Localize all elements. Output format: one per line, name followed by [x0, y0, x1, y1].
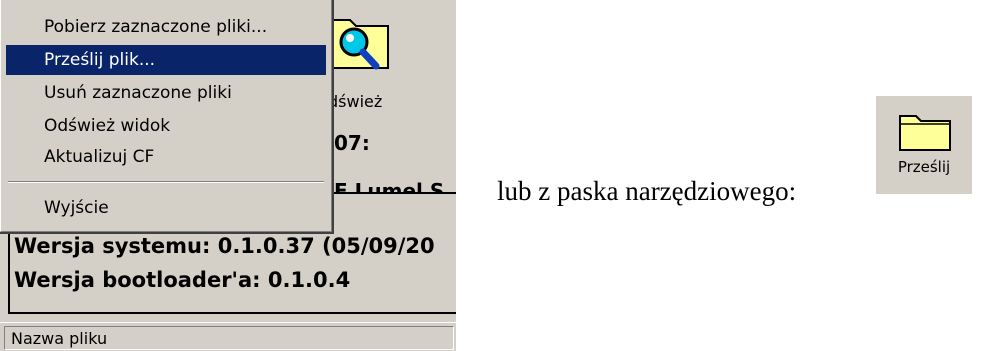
upload-toolbar-button[interactable]: Prześlij — [876, 96, 972, 194]
header-fragment-07: 07: — [334, 131, 370, 155]
caption-text: lub z paska narzędziowego: — [497, 176, 797, 206]
file-name-column-header[interactable]: Nazwa pliku — [4, 326, 454, 350]
menu-item-delete-selected[interactable]: Usuń zaznaczone pliki — [6, 78, 326, 108]
app-window-crop: dśwież 07: E Lumel S Wersja systemu: 0.1… — [0, 0, 456, 351]
refresh-label: dśwież — [328, 92, 383, 111]
menu-item-update-cf[interactable]: Aktualizuj CF — [6, 142, 326, 172]
menu-item-upload-file[interactable]: Prześlij plik... — [6, 45, 326, 75]
folder-icon — [899, 115, 951, 151]
menu-item-download-selected[interactable]: Pobierz zaznaczone pliki... — [6, 12, 326, 42]
menu-item-refresh-view[interactable]: Odśwież widok — [6, 111, 326, 141]
menu-item-exit[interactable]: Wyjście — [6, 193, 326, 223]
upload-button-label: Prześlij — [897, 158, 951, 176]
refresh-button[interactable]: dśwież — [328, 8, 456, 111]
bootloader-version-text: Wersja bootloader'a: 0.1.0.4 — [14, 268, 351, 292]
system-version-text: Wersja systemu: 0.1.0.37 (05/09/20 — [14, 234, 435, 258]
status-bar: Nazwa pliku — [0, 322, 456, 351]
folder-search-icon — [329, 19, 389, 70]
menu-separator — [8, 181, 324, 183]
file-menu: Pobierz zaznaczone pliki... Prześlij pli… — [0, 0, 334, 234]
